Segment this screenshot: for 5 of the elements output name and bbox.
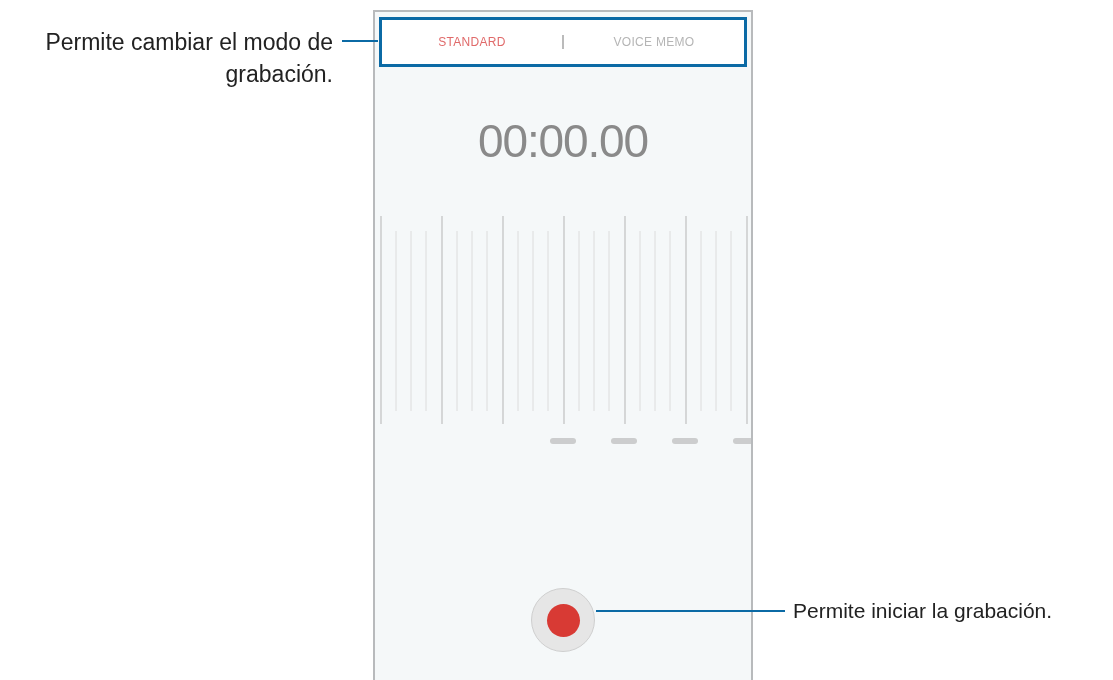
callout-text: Permite cambiar el modo de grabación.: [44, 28, 333, 89]
timer-text: 00:00.00: [478, 114, 648, 169]
callout-text: Permite iniciar la grabación.: [793, 599, 1053, 622]
mode-tab[interactable]: VOICE MEMO: [564, 33, 744, 51]
mode-tab[interactable]: STANDARD: [382, 33, 562, 51]
